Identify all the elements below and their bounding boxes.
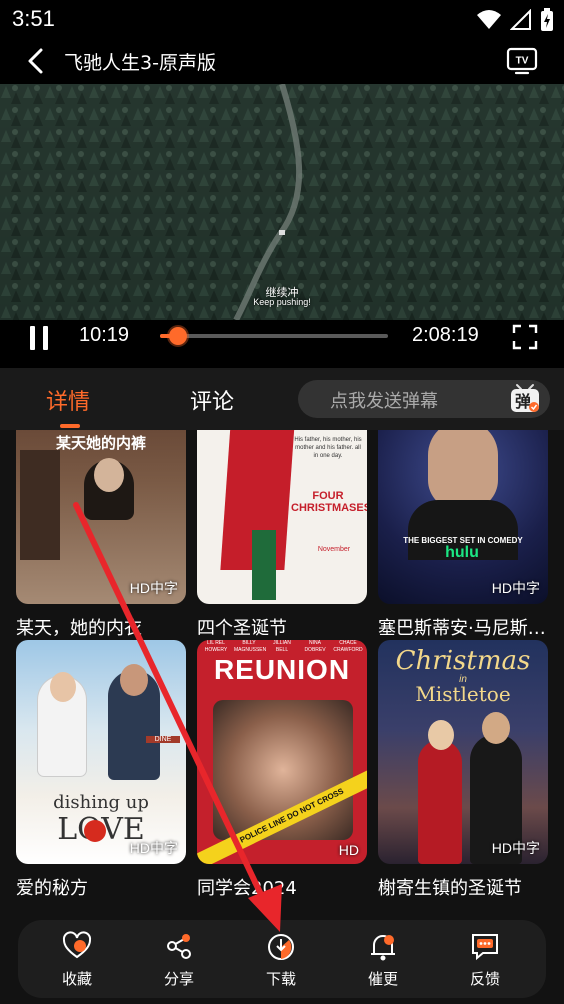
action-label: 分享 <box>163 970 194 988</box>
request-update-button[interactable]: 催更 <box>353 930 413 989</box>
poster-image: THE BIGGEST SET IN COMEDY hulu HD中字 <box>378 430 548 604</box>
status-bar: 3:51 <box>0 0 564 38</box>
poster-date: November <box>317 546 351 553</box>
status-icons <box>476 8 554 32</box>
poster-image: 某天她的内裤 HD中字 <box>16 430 186 604</box>
poster-title-text: Christmas <box>395 646 531 676</box>
subtitle-en: Keep pushing! <box>253 297 311 307</box>
poster-gift <box>252 530 276 600</box>
download-button[interactable]: 下载 <box>251 930 311 989</box>
quality-badge: HD中字 <box>491 580 540 596</box>
quality-badge: HD <box>338 842 359 858</box>
poster-shelf <box>20 450 60 560</box>
poster-cast-names: LIL REL HOWERY BILLY MAGNUSSEN JILLIAN B… <box>201 640 363 654</box>
duration-time: 2:08:19 <box>412 324 479 346</box>
tab-details[interactable]: 详情 <box>46 384 91 428</box>
quality-badge: HD中字 <box>129 840 178 856</box>
danmaku-input[interactable]: 点我发送弹幕 弹 <box>298 380 550 418</box>
heart-icon <box>62 931 92 959</box>
fullscreen-button[interactable] <box>512 324 538 350</box>
status-time: 3:51 <box>12 6 55 31</box>
poster-cast-name: JILLIAN BELL <box>273 640 291 653</box>
tab-details-label: 详情 <box>46 390 91 415</box>
action-label: 催更 <box>367 970 398 988</box>
seek-bar[interactable] <box>160 327 388 345</box>
quality-badge: HD中字 <box>129 580 178 596</box>
poster-image: His father, his mother, his mother and h… <box>197 430 367 604</box>
poster-cast-name: CHACE CRAWFORD <box>333 640 363 653</box>
quality-badge: HD中字 <box>491 840 540 856</box>
poster-title-text: FOUR CHRISTMASES <box>291 490 367 514</box>
poster-sign: DINE <box>146 736 180 743</box>
favorite-button[interactable]: 收藏 <box>47 930 107 989</box>
video-player[interactable]: 继续冲 Keep pushing! <box>0 84 564 320</box>
tabs-bar: 详情 评论 点我发送弹幕 弹 <box>0 368 564 430</box>
danmaku-icon-text: 弹 <box>515 392 531 411</box>
tab-active-indicator <box>60 424 80 428</box>
poster-cast-name: BILLY MAGNUSSEN <box>234 640 267 653</box>
current-time: 10:19 <box>79 324 130 346</box>
feedback-button[interactable]: 反馈 <box>455 930 515 989</box>
share-icon <box>167 934 191 959</box>
tab-comments-label: 评论 <box>190 390 235 415</box>
poster-title-text-2: Mistletoe <box>415 682 511 706</box>
action-label: 反馈 <box>469 970 500 988</box>
poster-woman-dress <box>418 740 462 864</box>
bell-icon <box>371 935 395 961</box>
poster-image: Christmas in Mistletoe HD中字 <box>378 640 548 864</box>
video-card[interactable]: 某天她的内裤 HD中字 某天，她的内衣 <box>16 430 186 640</box>
video-card[interactable]: THE BIGGEST SET IN COMEDY hulu HD中字 塞巴斯蒂… <box>378 430 548 640</box>
download-icon <box>268 934 294 960</box>
cast-tv-button[interactable]: TV <box>506 46 538 76</box>
tab-comments[interactable]: 评论 <box>190 384 234 416</box>
poster-face <box>482 712 510 744</box>
card-title: 同学会2024 <box>197 878 297 899</box>
signal-icon <box>510 9 531 30</box>
action-label: 收藏 <box>61 970 92 988</box>
battery-icon <box>541 8 553 31</box>
share-button[interactable]: 分享 <box>149 930 209 989</box>
card-title: 塞巴斯蒂安·马尼斯… <box>378 618 546 639</box>
video-card[interactable]: LIL REL HOWERY BILLY MAGNUSSEN JILLIAN B… <box>197 640 367 900</box>
bottom-action-bar: 收藏 分享 下载 催更 反馈 <box>18 920 546 998</box>
poster-brand: hulu <box>445 544 479 561</box>
card-title: 某天，她的内衣 <box>16 618 142 639</box>
poster-cast-name: LIL REL HOWERY <box>204 640 228 653</box>
poster-tomato <box>84 820 106 842</box>
svg-text:TV: TV <box>516 56 529 67</box>
related-videos-grid: 某天她的内裤 HD中字 某天，她的内衣 His father, his moth… <box>0 430 564 920</box>
poster-face <box>428 720 454 750</box>
card-title: 爱的秘方 <box>16 878 88 899</box>
pause-button[interactable] <box>28 324 52 352</box>
poster-title-text: REUNION <box>213 654 351 685</box>
poster-image: LIL REL HOWERY BILLY MAGNUSSEN JILLIAN B… <box>197 640 367 864</box>
video-card[interactable]: Christmas in Mistletoe HD中字 榭寄生镇的圣诞节 <box>378 640 548 900</box>
poster-cast-name: NINA DOBREV <box>304 640 326 653</box>
poster-face <box>428 430 498 510</box>
action-label: 下载 <box>265 970 296 988</box>
wifi-icon <box>477 10 501 29</box>
danmaku-toggle-icon[interactable]: 弹 <box>508 383 542 415</box>
poster-tagline: His father, his mother, his mother and h… <box>294 437 362 459</box>
video-card[interactable]: His father, his mother, his mother and h… <box>197 430 367 640</box>
back-button[interactable] <box>22 46 52 76</box>
poster-face <box>120 664 148 696</box>
player-controls: 10:19 2:08:19 <box>0 320 564 368</box>
video-title: 飞驰人生3-原声版 <box>64 52 216 74</box>
poster-face <box>94 458 124 492</box>
card-title: 四个圣诞节 <box>197 618 287 639</box>
feedback-icon <box>472 934 498 961</box>
poster-image: DINE dishing up LOVE HD中字 <box>16 640 186 864</box>
danmaku-placeholder: 点我发送弹幕 <box>330 391 438 412</box>
video-card[interactable]: DINE dishing up LOVE HD中字 爱的秘方 <box>16 640 186 900</box>
poster-title-text: dishing up <box>53 792 149 813</box>
player-header: 飞驰人生3-原声版 TV <box>0 38 564 84</box>
poster-face <box>50 672 76 702</box>
seek-thumb[interactable] <box>169 327 188 345</box>
card-title: 榭寄生镇的圣诞节 <box>378 878 522 899</box>
